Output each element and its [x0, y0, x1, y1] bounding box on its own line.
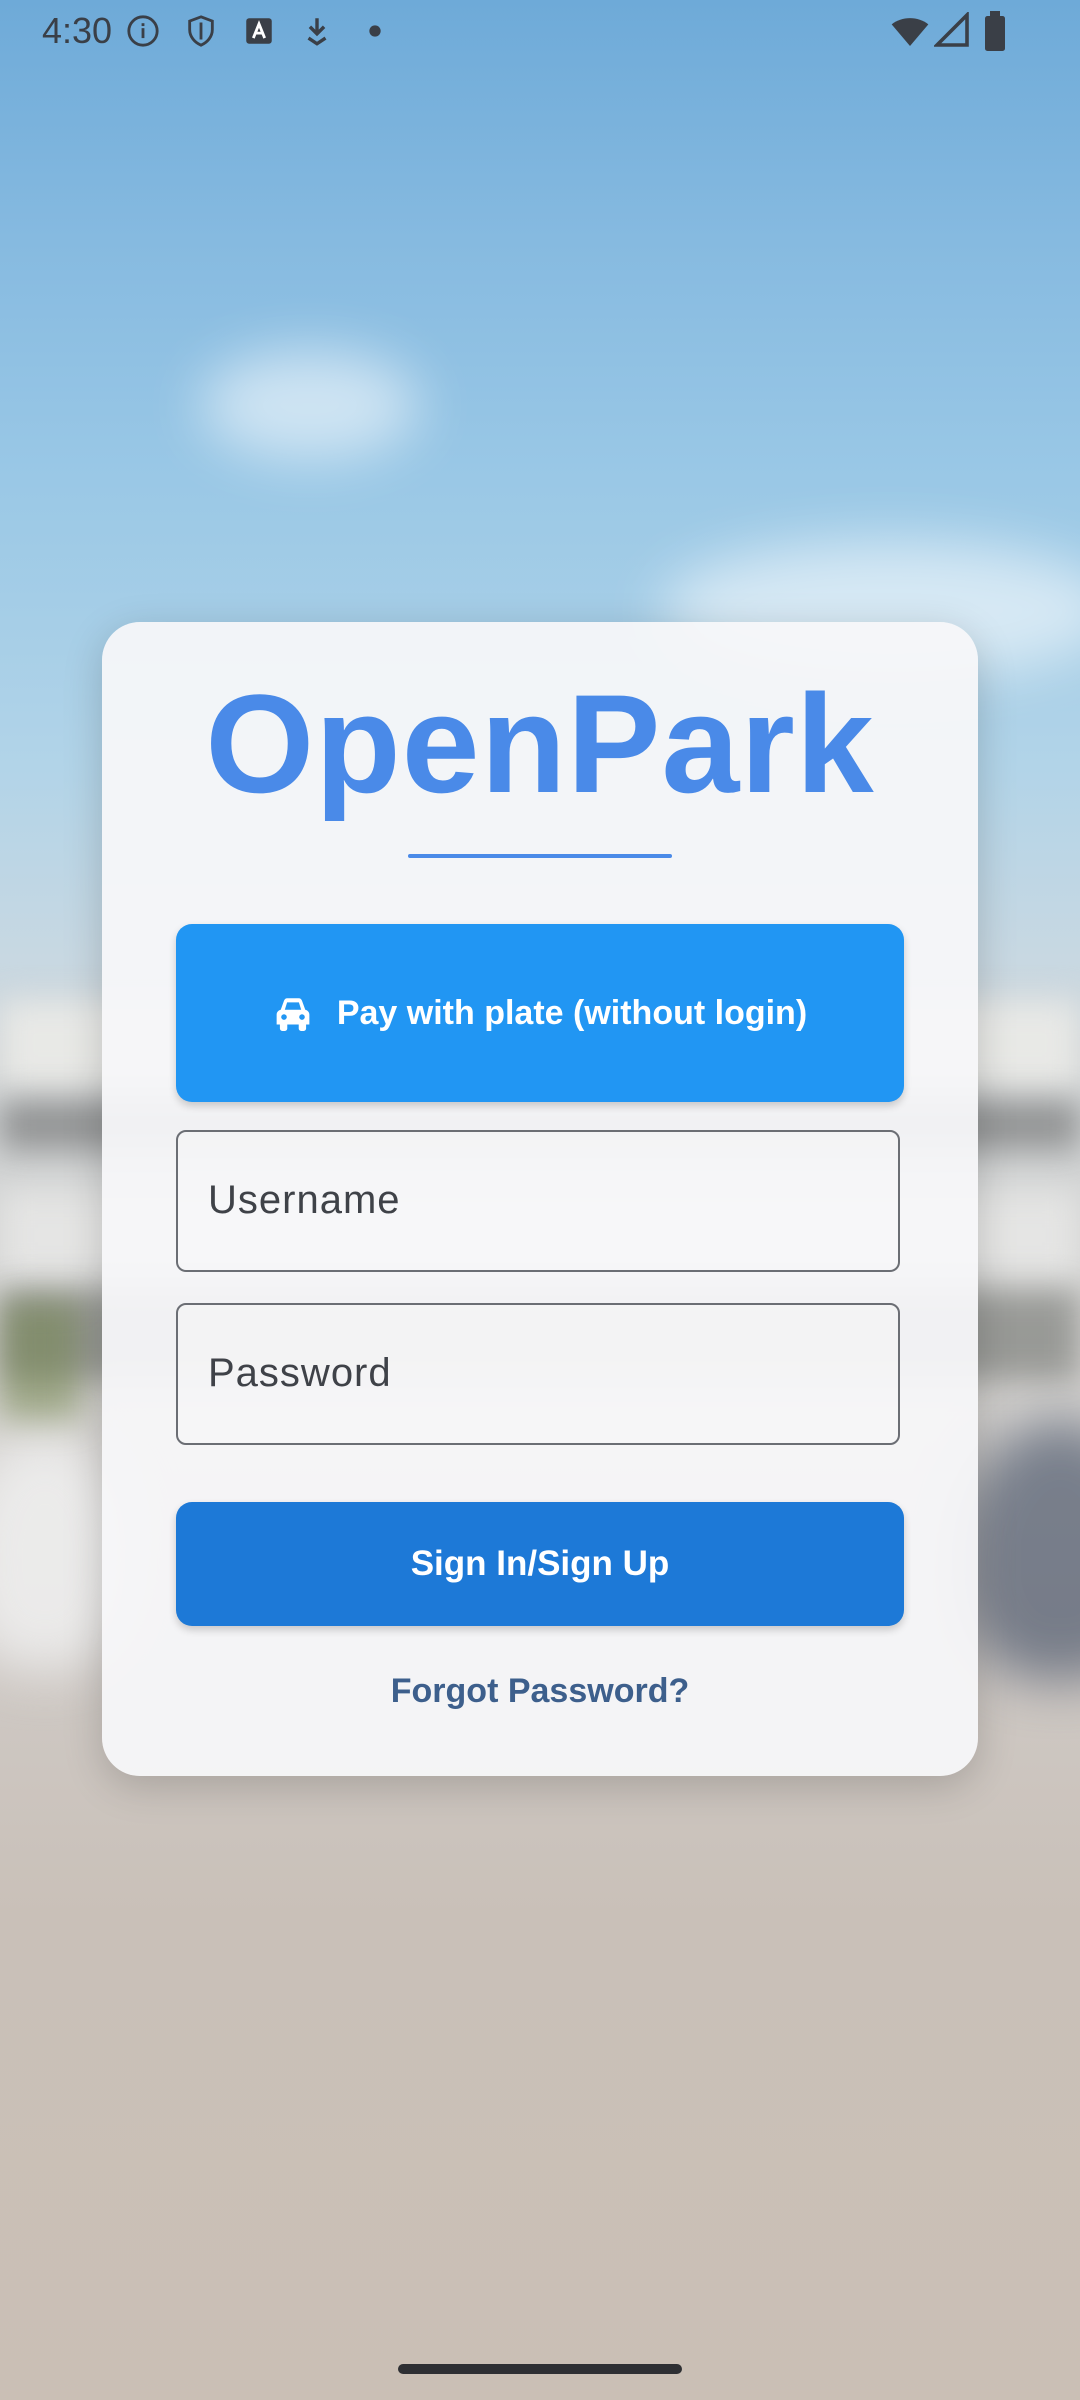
wifi-icon	[891, 18, 929, 46]
pay-with-plate-label: Pay with plate (without login)	[336, 993, 808, 1032]
pay-with-plate-button[interactable]: Pay with plate (without login)	[176, 924, 904, 1102]
car-icon	[276, 998, 310, 1031]
info-icon	[127, 15, 159, 47]
home-indicator[interactable]	[398, 2364, 682, 2374]
username-placeholder: Username	[208, 1178, 401, 1222]
title-divider	[408, 854, 672, 858]
download-icon	[307, 18, 327, 46]
password-placeholder: Password	[208, 1351, 392, 1395]
sign-in-button[interactable]: Sign In/Sign Up	[176, 1502, 904, 1626]
username-field[interactable]: Username	[176, 1130, 900, 1272]
shield-icon	[188, 15, 214, 47]
battery-icon	[985, 11, 1005, 51]
status-time: 4:30	[42, 10, 113, 51]
status-bar: 4:30	[0, 0, 1080, 62]
app-title: OpenPark	[205, 665, 875, 822]
dot-icon	[369, 25, 381, 37]
password-field[interactable]: Password	[176, 1303, 900, 1445]
a-icon	[246, 18, 272, 44]
signal-icon	[934, 12, 969, 47]
login-card: OpenPark Pay with plate (without login) …	[102, 622, 978, 1776]
forgot-password-link[interactable]: Forgot Password?	[102, 1672, 978, 1711]
